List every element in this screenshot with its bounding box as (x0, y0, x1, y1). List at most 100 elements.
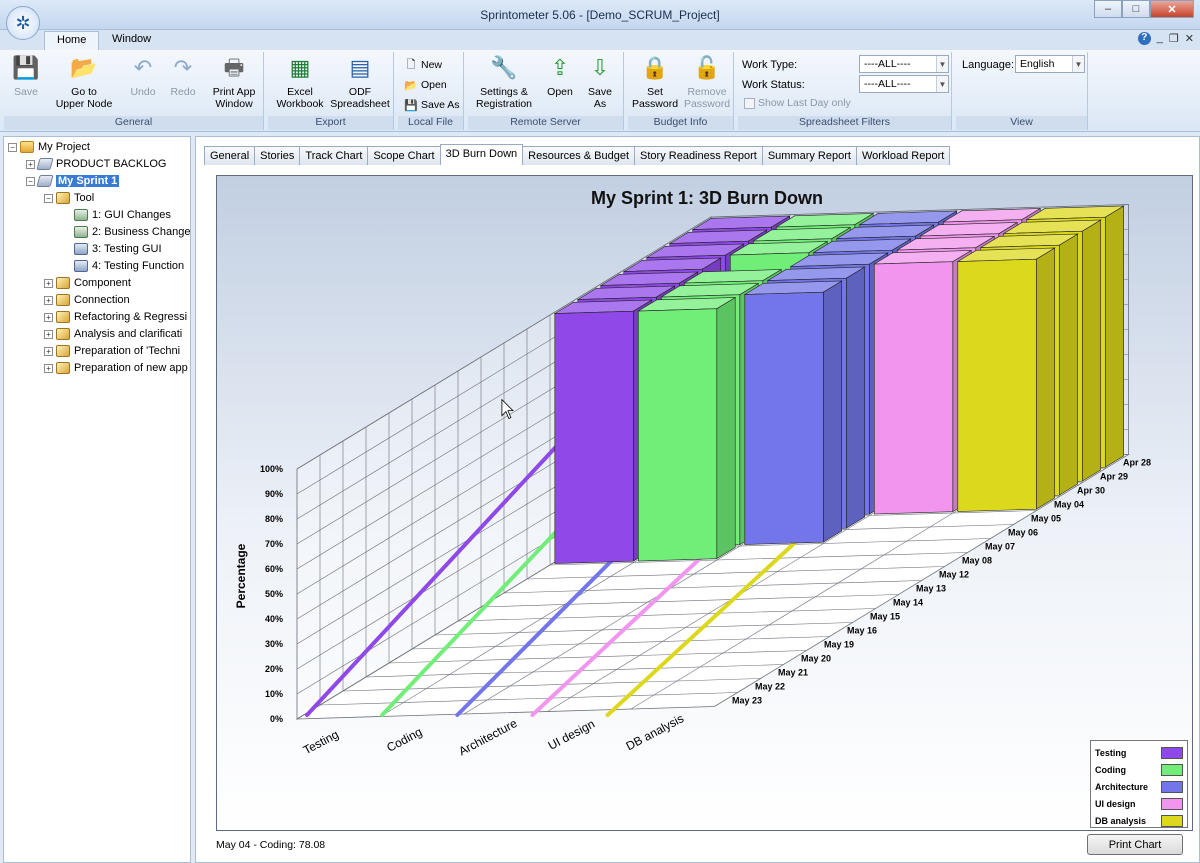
collapse-icon[interactable]: − (26, 176, 35, 186)
expand-icon[interactable]: + (44, 346, 53, 356)
printer-icon: 🖶 (223, 55, 245, 80)
tree-node[interactable]: 2: Business Change (74, 224, 190, 240)
tree-node[interactable]: + PRODUCT BACKLOG (26, 156, 166, 172)
app-logo-icon[interactable]: ✲ (6, 6, 40, 40)
undo-icon: ↶ (133, 55, 153, 80)
tree-node[interactable]: + Connection (44, 292, 130, 308)
tree-node[interactable]: 4: Testing Function (74, 258, 184, 274)
expand-icon[interactable]: + (44, 329, 53, 339)
language-label: Language: (962, 59, 1014, 71)
save-as-file-button[interactable]: 💾 Save As (404, 98, 459, 112)
y-tick-label: 70% (265, 539, 283, 549)
print-chart-button[interactable]: Print Chart (1087, 834, 1183, 855)
tree-node-label: Analysis and clarificati (74, 328, 183, 340)
expand-icon[interactable]: + (26, 159, 35, 169)
tree-node-label: Preparation of 'Techni (74, 345, 181, 357)
tab-workload-report[interactable]: Workload Report (855, 146, 951, 165)
legend-swatch (1161, 763, 1183, 776)
work-status-select[interactable]: ----ALL---- ▼ (859, 75, 949, 93)
tab-home[interactable]: Home (44, 31, 100, 50)
tree-node[interactable]: − Tool (44, 190, 94, 206)
go-upper-node-button[interactable]: 📂 Go to Upper Node (52, 54, 116, 111)
excel-workbook-button[interactable]: ▦ Excel Workbook (272, 54, 328, 111)
mdi-restore-button[interactable]: ❐ (1169, 32, 1179, 45)
tree-node[interactable]: + Preparation of new app (44, 360, 188, 376)
tree-node[interactable]: + Analysis and clarificati (44, 326, 182, 342)
collapse-icon[interactable]: − (44, 193, 53, 203)
set-password-label-1: Set (647, 86, 663, 98)
tab-window[interactable]: Window (100, 31, 163, 50)
tab-track-chart[interactable]: Track Chart (299, 146, 369, 165)
expand-icon[interactable]: + (44, 312, 53, 322)
set-password-button[interactable]: 🔒 Set Password (630, 54, 680, 111)
save-as-remote-label-2: As (593, 98, 607, 110)
undo-button[interactable]: ↶ Undo (126, 54, 160, 99)
chevron-down-icon: ▼ (936, 76, 948, 92)
collapse-icon[interactable]: − (8, 142, 17, 152)
date-label: May 07 (985, 542, 1015, 552)
maximize-button[interactable]: □ (1122, 0, 1150, 18)
open-remote-button[interactable]: ⇪ Open (542, 54, 578, 99)
date-label: May 13 (916, 584, 946, 594)
expand-icon[interactable]: + (44, 278, 53, 288)
redo-button[interactable]: ↷ Redo (166, 54, 200, 99)
legend-swatch (1161, 780, 1183, 793)
content-tabs: General Stories Track Chart Scope Chart 3D B… (204, 144, 951, 165)
tree-node[interactable]: 1: GUI Changes (74, 207, 171, 223)
tree-node[interactable]: + Preparation of 'Techni (44, 343, 180, 359)
tree-node[interactable]: + Component (44, 275, 131, 291)
minimize-button[interactable]: – (1094, 0, 1122, 18)
y-tick-label: 20% (265, 664, 283, 674)
close-button[interactable]: ✕ (1150, 0, 1194, 18)
group-view: Language: English ▼ View (956, 52, 1088, 130)
group-remote-server: 🔧 Settings & Registration ⇪ Open ⇩ Save … (468, 52, 624, 130)
open-file-button[interactable]: 📂 Open (404, 78, 447, 92)
language-select[interactable]: English ▼ (1015, 55, 1085, 73)
chart-title: My Sprint 1: 3D Burn Down (591, 188, 823, 208)
pencil-icon (56, 311, 70, 323)
tab-resources-budget[interactable]: Resources & Budget (522, 146, 636, 165)
chart-area[interactable]: My Sprint 1: 3D Burn Down 0% 10% 20% 30% 40% 5… (216, 175, 1193, 831)
bar-side (1035, 247, 1055, 510)
date-label: May 16 (847, 626, 877, 636)
save-as-remote-button[interactable]: ⇩ Save As (582, 54, 618, 111)
window-title: Sprintometer 5.06 - [Demo_SCRUM_Project] (480, 8, 720, 22)
tab-3d-burn-down[interactable]: 3D Burn Down (439, 144, 524, 165)
task-icon (74, 209, 88, 221)
odf-icon: ▤ (349, 55, 371, 80)
book-icon (36, 175, 54, 187)
category-label: Testing (301, 727, 341, 757)
task-icon (74, 226, 88, 238)
tree-node[interactable]: 3: Testing GUI (74, 241, 162, 257)
show-last-day-checkbox[interactable]: Show Last Day only (744, 97, 851, 109)
mdi-minimize-button[interactable]: _ (1157, 32, 1163, 45)
odf-spreadsheet-button[interactable]: ▤ ODF Spreadsheet (330, 54, 390, 111)
ribbon-tabbar: Home Window ? _ ❐ ✕ (0, 30, 1200, 50)
new-file-button[interactable]: 🗋 New (404, 58, 442, 72)
expand-icon[interactable]: + (44, 295, 53, 305)
work-type-select[interactable]: ----ALL---- ▼ (859, 55, 949, 73)
settings-registration-button[interactable]: 🔧 Settings & Registration (470, 54, 538, 111)
remove-password-button[interactable]: 🔓 Remove Password (682, 54, 732, 111)
mdi-close-button[interactable]: ✕ (1185, 32, 1194, 45)
tab-story-readiness-report[interactable]: Story Readiness Report (634, 146, 763, 165)
help-icon[interactable]: ? (1137, 32, 1151, 45)
tab-stories[interactable]: Stories (254, 146, 301, 165)
bar-front (957, 258, 1037, 512)
expand-icon[interactable]: + (44, 363, 53, 373)
tree-node[interactable]: − My Project (8, 139, 90, 155)
save-button[interactable]: 💾 Save (8, 54, 44, 99)
tab-general[interactable]: General (204, 146, 256, 165)
lock-icon: 🔒 (641, 55, 669, 80)
print-app-window-button[interactable]: 🖶 Print App Window (208, 54, 260, 111)
tree-node[interactable]: − My Sprint 1 (26, 173, 120, 189)
download-icon: ⇩ (590, 55, 610, 80)
tab-scope-chart[interactable]: Scope Chart (367, 146, 441, 165)
project-tree[interactable]: − My Project + PRODUCT BACKLOG − My Sprint 1−… (3, 136, 191, 863)
work-type-label: Work Type: (742, 59, 798, 71)
tree-node-label: My Sprint 1 (56, 175, 120, 187)
y-tick-label: 60% (265, 564, 283, 574)
tree-node[interactable]: + Refactoring & Regressi (44, 309, 187, 325)
redo-label: Redo (170, 86, 196, 98)
tab-summary-report[interactable]: Summary Report (761, 146, 857, 165)
